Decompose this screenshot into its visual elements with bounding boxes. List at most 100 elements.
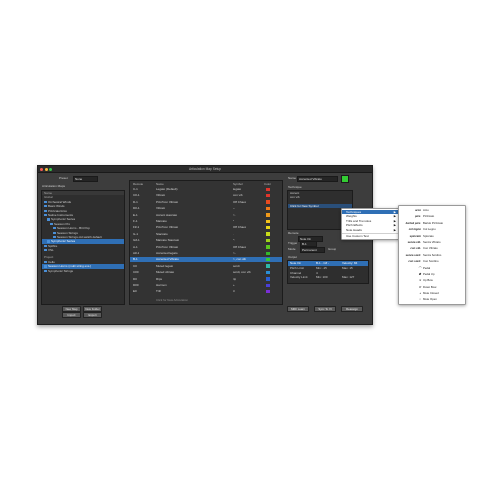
submenu-item[interactable]: ○ Mute Open	[399, 296, 465, 302]
row-remote: G#-1	[133, 238, 140, 243]
window-title: Articulation Map Setup	[188, 167, 222, 171]
articulation-row[interactable]: C0 Muted legato sordi	[130, 264, 282, 269]
row-name: Marcato	[156, 219, 167, 223]
export-button[interactable]: Export	[83, 312, 102, 318]
row-name: Pizz/Con Vibrato	[156, 225, 179, 230]
mode-label: Mode	[288, 247, 296, 251]
output-row[interactable]: Velocity Limit Min: 100 Max: 127	[288, 275, 368, 280]
project-item[interactable]: Symphonic Strings	[42, 269, 124, 273]
row-symbol: Off Chaos	[233, 244, 247, 249]
name-column-header[interactable]: Name	[156, 182, 164, 186]
folder-icon	[44, 244, 47, 247]
folder-icon	[50, 222, 53, 226]
row-symbol: ~	[233, 206, 235, 211]
submenu-arrow-icon: ▶	[393, 227, 396, 232]
row-color-swatch[interactable]	[266, 245, 270, 249]
folder-icon	[44, 265, 47, 268]
row-color-swatch[interactable]	[266, 187, 270, 191]
articulation-row[interactable]: E0 Trill tr	[130, 289, 282, 294]
add-articulation-row[interactable]: Click for New Articulation	[156, 298, 188, 302]
row-name: Staccato	[156, 231, 168, 236]
row-color-swatch[interactable]	[266, 264, 270, 268]
menu-item-custom-text[interactable]: Use Custom Text	[342, 234, 398, 238]
folder-icon	[44, 260, 47, 264]
remote-column-header[interactable]: Remote	[133, 182, 143, 186]
mode-select[interactable]: Permanent	[300, 247, 325, 253]
folder-icon	[44, 200, 47, 204]
symbol-column-header[interactable]: Symbol	[233, 182, 243, 186]
row-name: Muted legato	[156, 263, 174, 268]
articulation-row[interactable]: D0 Rips rip	[130, 277, 282, 282]
output-table: Note On B-1 - C# - Velocity: 84 Pitch Li…	[287, 260, 369, 284]
articulation-row[interactable]: C#-1 Vibrato con vib	[130, 193, 282, 198]
row-name: Accented legato	[156, 251, 178, 255]
color-column-header[interactable]: Color	[264, 182, 271, 186]
folder-icon	[53, 231, 56, 234]
row-color-swatch[interactable]	[266, 219, 270, 223]
map-item[interactable]: VSL	[42, 248, 124, 252]
title-bar: Articulation Map Setup	[38, 166, 372, 173]
row-remote: F-1	[133, 219, 138, 223]
articulation-row[interactable]: A#-1 Accented legato >-	[130, 251, 282, 256]
import-button[interactable]: Import	[62, 312, 81, 318]
row-symbol: >-	[233, 251, 236, 255]
articulation-row[interactable]: D#-1 Vibrato ~	[130, 206, 282, 211]
reassign-button[interactable]: Reassign	[341, 306, 363, 312]
articulation-row[interactable]: E-1 Accent staccato >.	[130, 213, 282, 218]
row-remote: C#0	[133, 270, 139, 275]
techniques-submenu: arco Arco pizz. Pizzicato bartok pizz. Bartok…	[398, 205, 466, 305]
row-color-swatch[interactable]	[266, 232, 270, 236]
articulation-row[interactable]: D#0 Harmon +	[130, 283, 282, 288]
articulation-row[interactable]: G-1 Staccato.	[130, 232, 282, 237]
articulation-name-field[interactable]: Accented Vibrato	[297, 176, 338, 182]
row-color-swatch[interactable]	[266, 193, 270, 198]
articulation-row[interactable]: D-1 Pizz/Con Vibrato Off Chaos	[130, 200, 282, 205]
folder-icon	[44, 214, 47, 217]
row-color-swatch[interactable]	[266, 283, 270, 287]
articulation-color-swatch[interactable]	[341, 175, 349, 183]
output-header: Output	[288, 255, 298, 259]
row-color-swatch[interactable]	[266, 206, 270, 211]
folder-icon	[53, 227, 56, 230]
sync-to-vi-button[interactable]: Sync To VI	[314, 306, 336, 312]
row-color-swatch[interactable]	[266, 225, 270, 230]
articulation-map-window: Articulation Map Setup Preset None Artic…	[37, 165, 373, 325]
row-remote: F#-1	[133, 225, 140, 230]
row-name: Legato (Default)	[156, 187, 178, 191]
row-symbol: rip	[233, 276, 237, 281]
folder-icon	[44, 249, 47, 252]
row-name: Accent staccato	[156, 212, 178, 217]
row-color-swatch[interactable]	[266, 251, 270, 255]
row-remote: E0	[133, 289, 137, 294]
row-color-swatch[interactable]	[266, 213, 270, 217]
articulation-row[interactable]: B-1 Accented Vibrato >, con vib	[130, 257, 282, 262]
row-remote: G-1	[133, 231, 139, 236]
articulation-row[interactable]: F#-1 Pizz/Con Vibrato Off Chaos	[130, 225, 282, 230]
symbol-context-menu: Techniques ▶ Weights ▶ Trills and Tremolos…	[341, 208, 399, 241]
row-name: Harmon	[156, 283, 167, 287]
row-name: Rips	[156, 276, 163, 281]
row-symbol: >.	[233, 212, 236, 217]
row-color-swatch[interactable]	[266, 257, 270, 262]
articulation-row[interactable]: C-1 Legato (Default) legato	[130, 187, 282, 192]
row-remote: D-1	[133, 199, 138, 204]
row-color-swatch[interactable]	[266, 277, 270, 281]
articulation-row[interactable]: A-1 Pizz/Con Vibrato Off Chaos	[130, 245, 282, 250]
row-color-swatch[interactable]	[266, 200, 270, 204]
row-color-swatch[interactable]	[266, 289, 270, 294]
name-label: Name	[288, 176, 297, 180]
row-color-swatch[interactable]	[266, 270, 270, 275]
technique-item[interactable]: con vib	[288, 195, 352, 199]
row-color-swatch[interactable]	[266, 238, 270, 243]
map-browser: Name Global Orchestral Winds Basic Winds…	[41, 190, 125, 305]
articulation-row[interactable]: C#0 Muted vibrato sordi, con vib	[130, 270, 282, 275]
articulation-row[interactable]: G#-1 Marcato Staccato ^.	[130, 238, 282, 243]
midi-learn-button[interactable]: MIDI Learn	[287, 306, 309, 312]
articulation-row[interactable]: F-1 Marcato ^	[130, 219, 282, 224]
remote-label: Remote	[288, 231, 299, 235]
menu-item-note-heads[interactable]: Note Heads ▶	[342, 228, 398, 232]
preset-select[interactable]: None	[73, 176, 98, 182]
row-symbol: sordi, con vib	[233, 270, 251, 275]
row-name: Muted vibrato	[156, 270, 175, 275]
row-symbol: ^	[233, 219, 235, 223]
